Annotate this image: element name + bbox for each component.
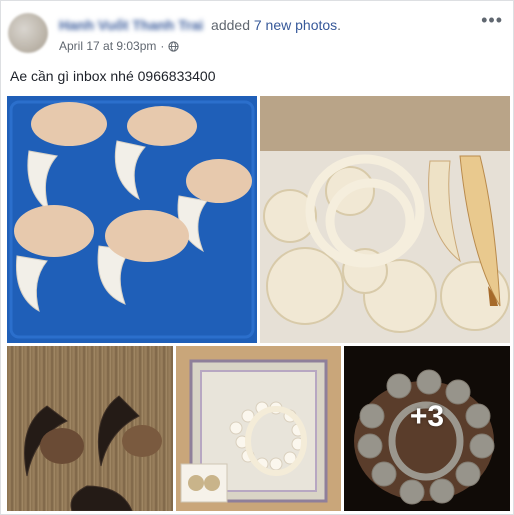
post-timestamp-link[interactable]: April 17 at 9:03pm — [59, 38, 156, 54]
photo-3-image — [24, 395, 162, 511]
post-photo-1[interactable] — [7, 96, 257, 343]
post-text: Ae cần gì inbox nhé 0966833400 — [10, 68, 216, 84]
post-header: Hanh Vuốt Thanh Trai added 7 new photos. — [59, 16, 341, 34]
photo-1-image — [7, 96, 257, 343]
more-options-icon[interactable]: ••• — [481, 11, 503, 29]
author-avatar[interactable] — [8, 13, 48, 53]
photo-4-image — [176, 346, 341, 511]
globe-icon[interactable] — [168, 40, 180, 52]
more-photos-count: +3 — [409, 399, 445, 433]
post-photo-3[interactable] — [7, 346, 173, 511]
post-photo-2[interactable] — [260, 96, 510, 343]
feed-post: Hanh Vuốt Thanh Trai added 7 new photos.… — [0, 0, 514, 515]
post-photo-4[interactable] — [176, 346, 341, 511]
new-photos-link[interactable]: 7 new photos — [254, 17, 337, 33]
author-name-link[interactable]: Hanh Vuốt Thanh Trai — [59, 16, 203, 34]
post-action-suffix: . — [337, 17, 342, 33]
post-action-text: added — [211, 17, 250, 33]
more-photos-overlay[interactable]: +3 — [344, 346, 510, 511]
meta-separator: · — [160, 39, 165, 53]
post-photo-5-more[interactable]: +3 — [344, 346, 510, 511]
photo-2-image — [260, 96, 510, 343]
post-meta: April 17 at 9:03pm · — [59, 38, 180, 54]
